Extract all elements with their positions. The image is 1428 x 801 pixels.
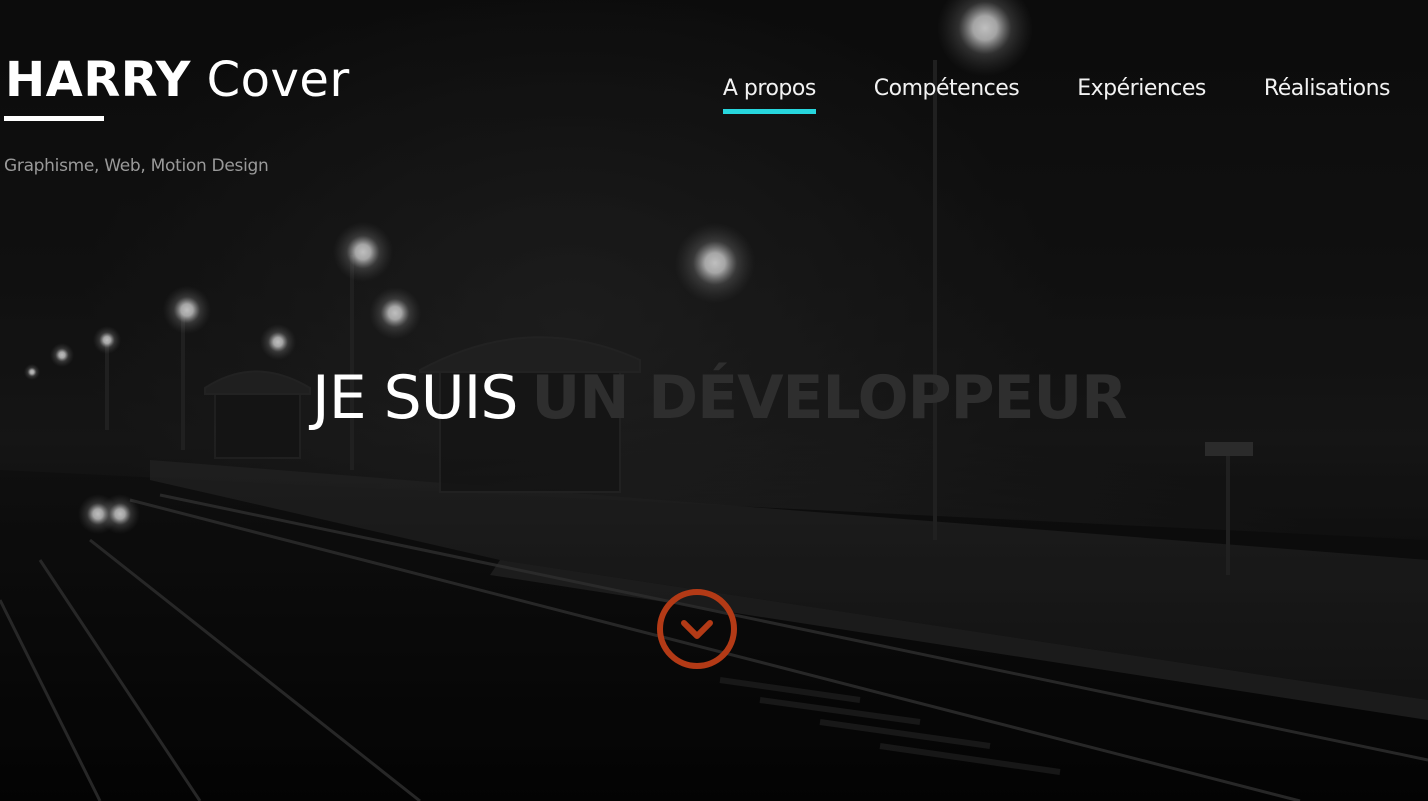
main-nav: A propos Compétences Expériences Réalisa… (665, 76, 1391, 114)
nav-item-a-propos[interactable]: A propos (722, 76, 816, 114)
headline-static-text: JE SUIS (312, 363, 518, 433)
nav-item-experiences[interactable]: Expériences (1077, 76, 1206, 107)
brand-first-name: HARRY (5, 52, 191, 108)
headline-rotating-text: UN DÉVELOPPEUR (531, 363, 1127, 433)
hero-headline: JE SUIS UN DÉVELOPPEUR (312, 362, 1127, 434)
scroll-down-button[interactable] (656, 588, 738, 670)
site-logo[interactable]: HARRY Cover (5, 52, 350, 108)
site-tagline: Graphisme, Web, Motion Design (4, 156, 269, 176)
brand-underline (4, 116, 104, 121)
chevron-down-circle-icon (657, 589, 737, 669)
hero-section: HARRY Cover Graphisme, Web, Motion Desig… (0, 0, 1428, 801)
nav-item-realisations[interactable]: Réalisations (1264, 76, 1391, 107)
brand-last-name: Cover (206, 52, 350, 108)
nav-item-competences[interactable]: Compétences (874, 76, 1020, 107)
